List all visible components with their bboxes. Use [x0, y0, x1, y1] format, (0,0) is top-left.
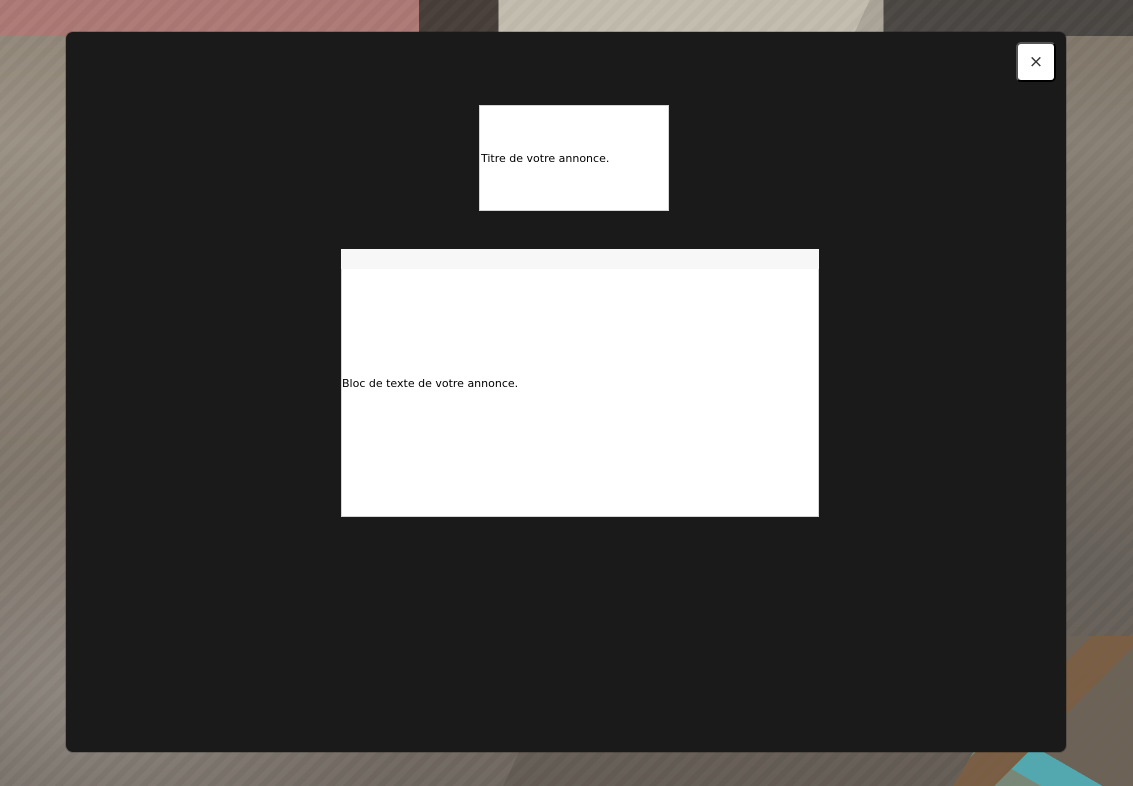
body-placeholder: Bloc de texte de votre annonce. — [342, 376, 519, 390]
announcement-dialog: × Titre de votre annonce. Bloc de texte … — [66, 32, 1066, 752]
close-icon: × — [1028, 51, 1044, 72]
game-background: × Titre de votre annonce. Bloc de texte … — [0, 0, 1133, 786]
close-button[interactable]: × — [1016, 42, 1056, 82]
announcement-body-field[interactable]: Bloc de texte de votre annonce. — [341, 249, 819, 517]
title-placeholder: Titre de votre annonce. — [481, 151, 610, 165]
announcement-title-field[interactable]: Titre de votre annonce. — [479, 105, 669, 211]
background-wall — [0, 0, 1133, 36]
